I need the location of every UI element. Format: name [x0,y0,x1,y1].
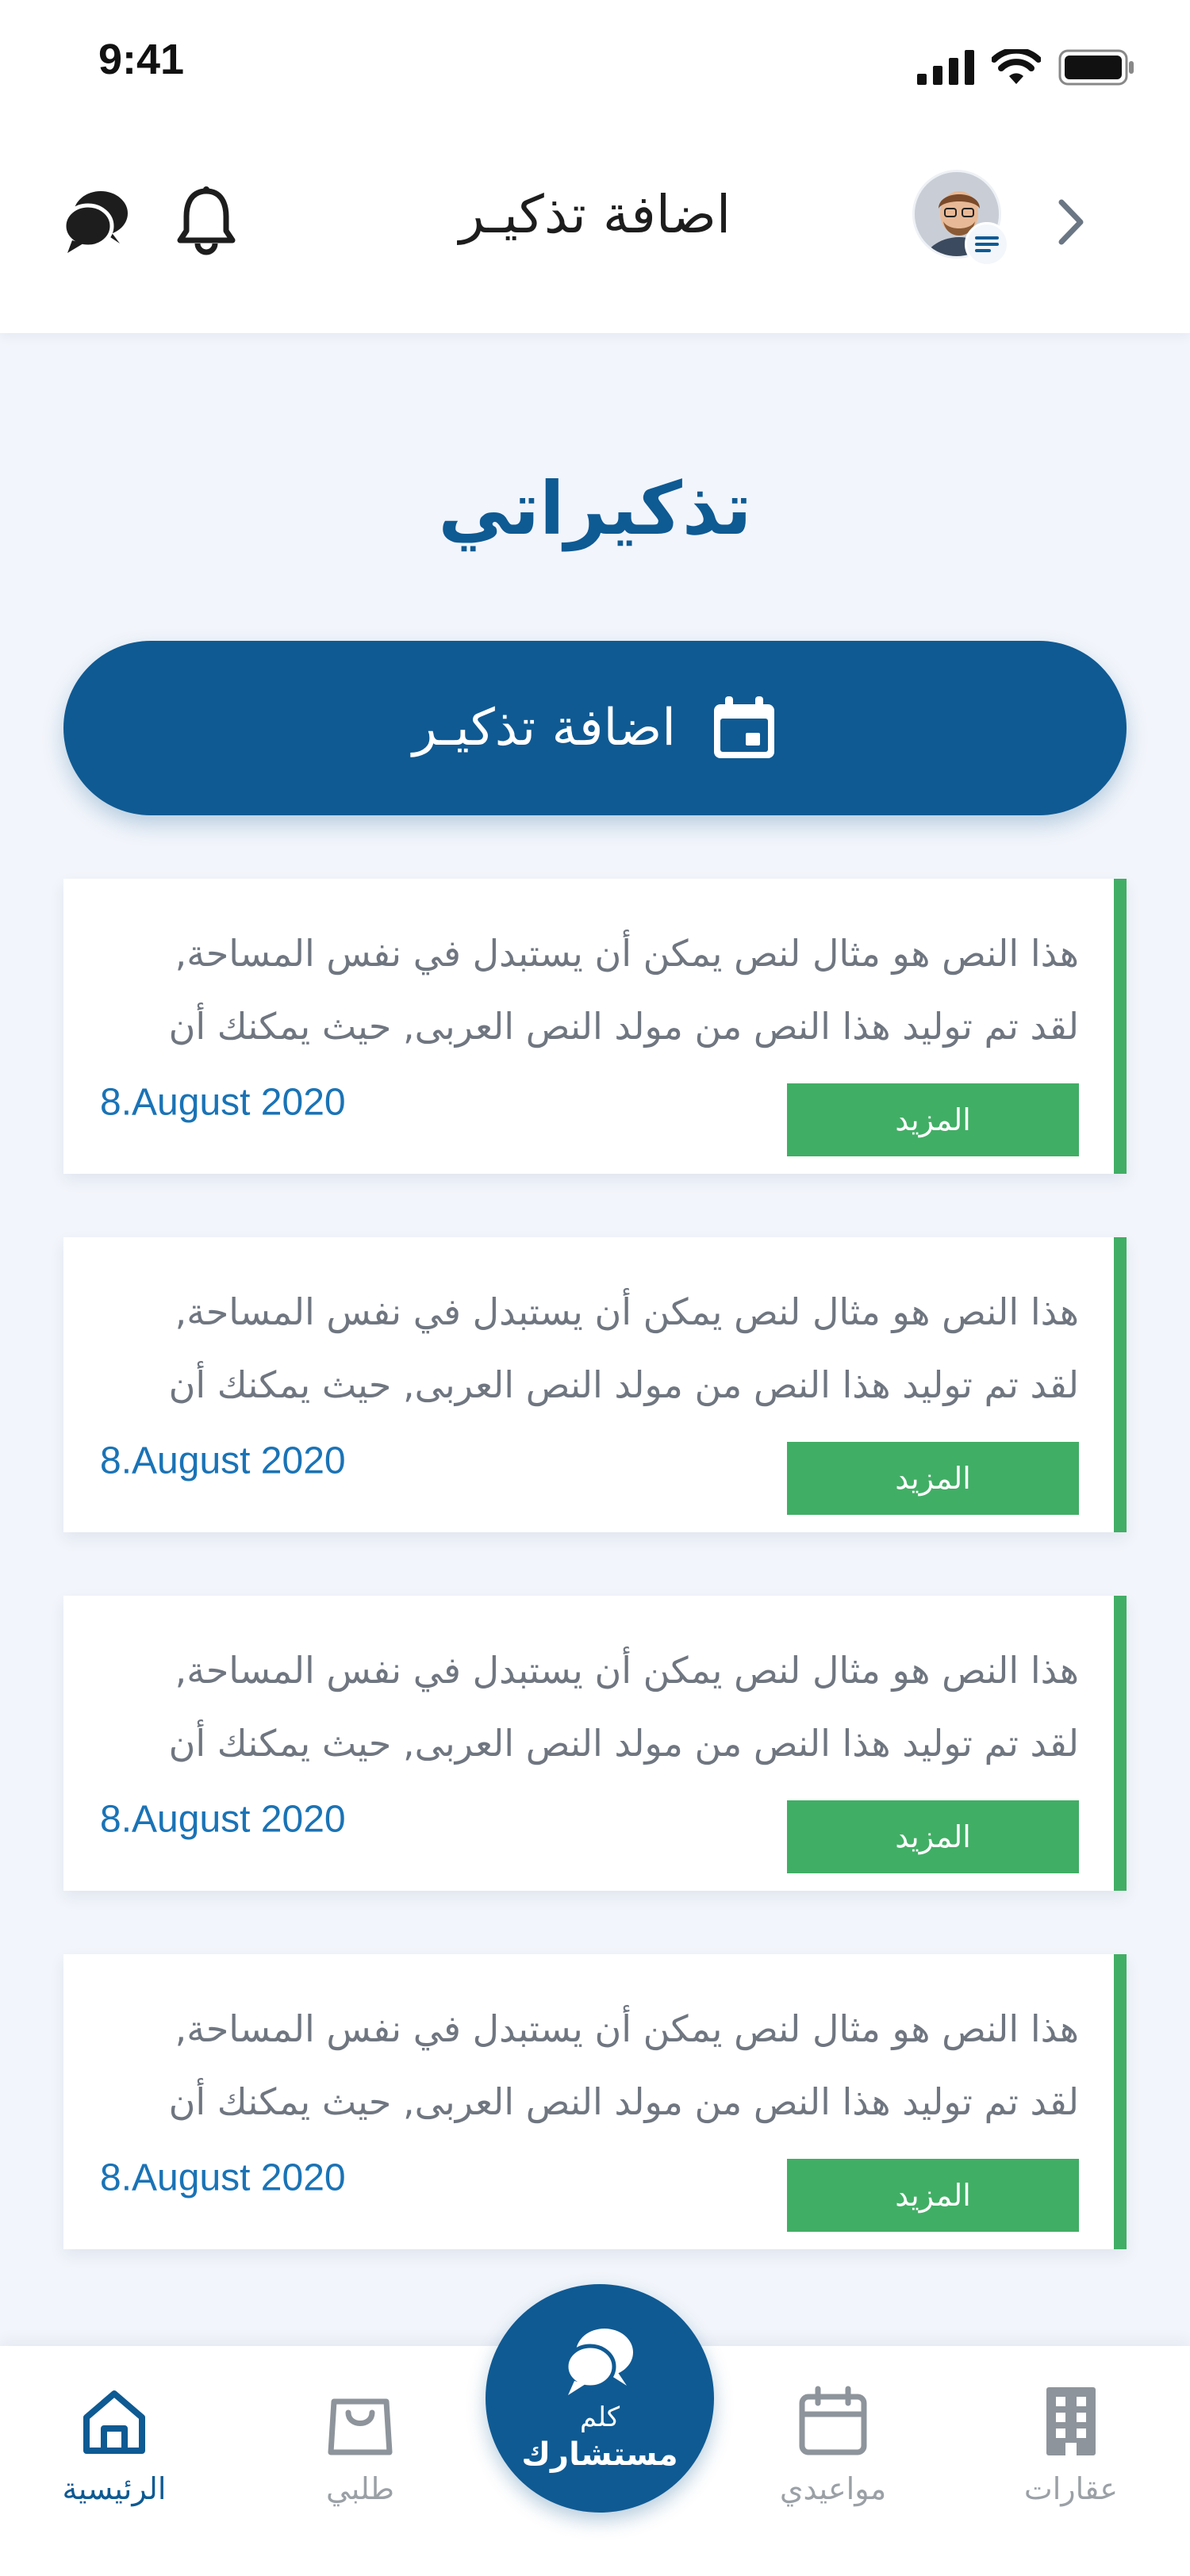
menu-badge [965,222,1009,266]
nav-item-orders[interactable]: طلبي [273,2386,447,2506]
reminder-text-line: لقد تم توليد هذا النص من مولد النص العرب… [168,1005,1079,1048]
more-button[interactable]: المزيد [787,2159,1079,2232]
reminder-text: هذا النص هو مثال لنص يمكن أن يستبدل في ن… [103,917,1079,1063]
reminder-text-line: هذا النص هو مثال لنص يمكن أن يستبدل في ن… [175,932,1079,975]
chat-bubbles-icon [564,2329,633,2395]
more-button[interactable]: المزيد [787,1442,1079,1515]
reminder-text-line: هذا النص هو مثال لنص يمكن أن يستبدل في ن… [175,1290,1079,1333]
reminders-list: هذا النص هو مثال لنص يمكن أن يستبدل في ن… [63,879,1127,2313]
home-icon [83,2390,145,2454]
fab-label-line1: كلم [579,2402,620,2433]
shopping-bag-icon [328,2398,393,2455]
wifi-icon [992,49,1041,84]
reminder-date: 8.August 2020 [100,2156,346,2199]
reminder-card: هذا النص هو مثال لنص يمكن أن يستبدل في ن… [63,1954,1127,2249]
reminder-text-line: لقد تم توليد هذا النص من مولد النص العرب… [168,2080,1079,2123]
battery-icon [1058,49,1134,86]
nav-label: الرئيسية [62,2471,167,2506]
top-header: 9:41 اضافة تذكيـر [0,0,1190,333]
nav-item-real-estate[interactable]: عقارات [984,2386,1158,2506]
chevron-right-icon [1058,199,1084,245]
add-reminder-button[interactable]: اضافة تذكيـر [63,641,1127,815]
reminder-date: 8.August 2020 [100,1081,346,1124]
reminder-date: 8.August 2020 [100,1798,346,1841]
calendar-icon [714,696,775,758]
back-button[interactable] [1046,190,1096,254]
fab-label-line2: مستشارك [521,2436,678,2473]
reminder-text: هذا النص هو مثال لنص يمكن أن يستبدل في ن… [103,1992,1079,2138]
building-icon [1046,2387,1096,2455]
nav-label: عقارات [1023,2471,1119,2506]
signal-icon [917,50,974,85]
reminder-card: هذا النص هو مثال لنص يمكن أن يستبدل في ن… [63,1237,1127,1532]
menu-lines-icon [975,236,999,252]
add-reminder-label: اضافة تذكيـر [412,699,677,757]
reminder-text: هذا النص هو مثال لنص يمكن أن يستبدل في ن… [103,1634,1079,1780]
nav-label: طلبي [326,2471,394,2506]
nav-item-appointments[interactable]: مواعيدي [746,2386,920,2506]
more-button[interactable]: المزيد [787,1800,1079,1873]
profile-avatar-button[interactable] [912,170,1009,266]
more-button[interactable]: المزيد [787,1083,1079,1156]
status-icons [917,49,1134,86]
reminder-text: هذا النص هو مثال لنص يمكن أن يستبدل في ن… [103,1275,1079,1421]
header-title: اضافة تذكيـر [459,184,731,245]
reminder-text-line: لقد تم توليد هذا النص من مولد النص العرب… [168,1722,1079,1765]
reminder-text-line: هذا النص هو مثال لنص يمكن أن يستبدل في ن… [175,1649,1079,1692]
nav-item-home[interactable]: الرئيسية [27,2386,202,2506]
reminder-text-line: هذا النص هو مثال لنص يمكن أن يستبدل في ن… [175,2007,1079,2050]
calendar-icon [799,2386,867,2455]
reminder-card: هذا النص هو مثال لنص يمكن أن يستبدل في ن… [63,879,1127,1174]
reminder-date: 8.August 2020 [100,1439,346,1482]
reminder-text-line: لقد تم توليد هذا النص من مولد النص العرب… [168,1363,1079,1406]
status-time: 9:41 [98,36,185,83]
nav-label: مواعيدي [779,2471,887,2506]
reminder-card: هذا النص هو مثال لنص يمكن أن يستبدل في ن… [63,1596,1127,1891]
page-title: تذكيراتي [438,466,752,551]
talk-to-advisor-button[interactable]: كلم مستشارك [486,2284,714,2513]
